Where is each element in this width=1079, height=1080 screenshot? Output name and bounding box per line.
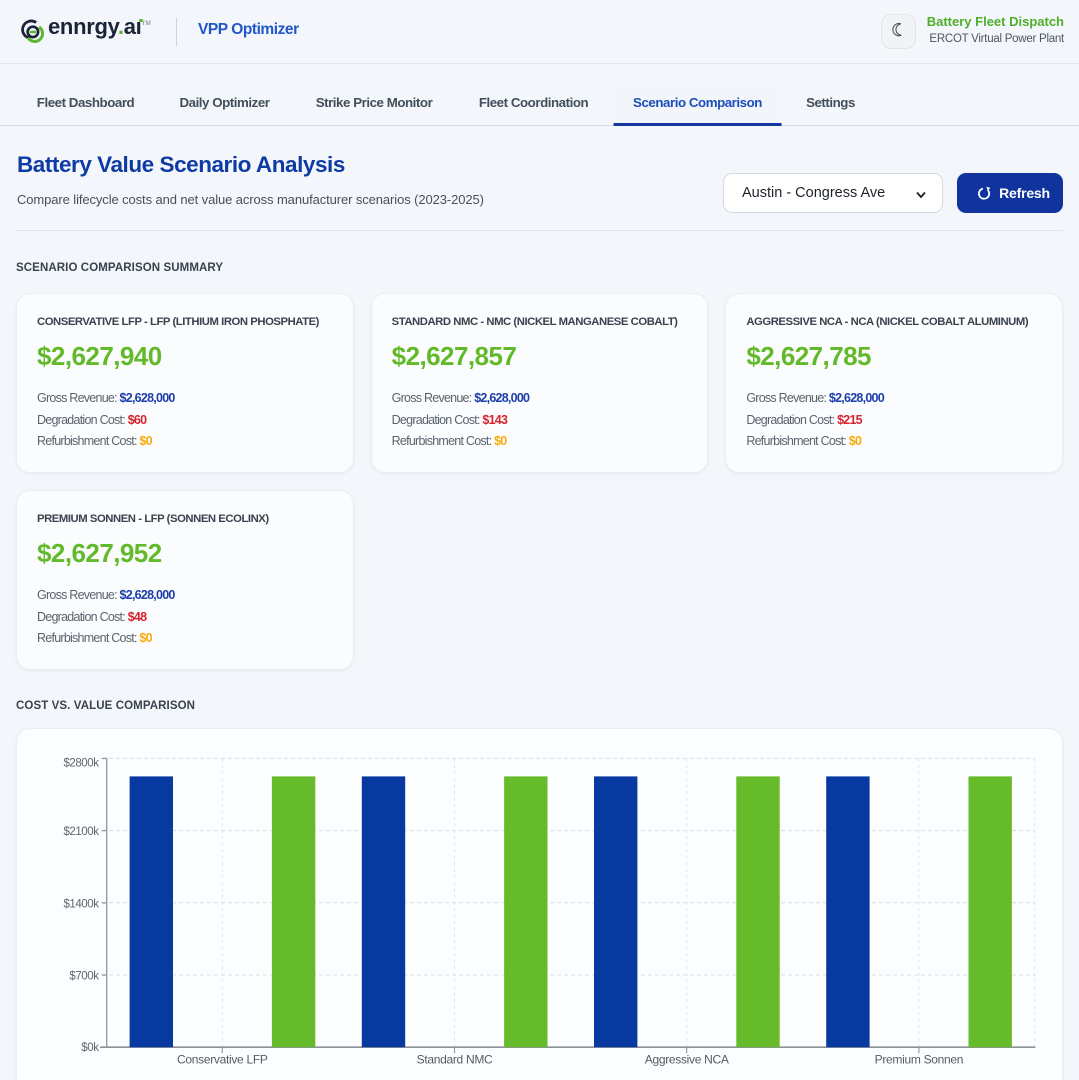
svg-text:$2800k: $2800k xyxy=(63,758,99,770)
svg-text:$700k: $700k xyxy=(69,971,99,983)
svg-text:$0k: $0k xyxy=(81,1042,99,1054)
svg-text:Standard NMC: Standard NMC xyxy=(417,1053,493,1067)
svg-text:Premium Sonnen: Premium Sonnen xyxy=(875,1053,964,1067)
svg-text:$2100k: $2100k xyxy=(63,826,99,838)
svg-text:$1400k: $1400k xyxy=(63,898,99,910)
svg-text:Aggressive NCA: Aggressive NCA xyxy=(645,1053,729,1067)
svg-text:Conservative LFP: Conservative LFP xyxy=(177,1053,268,1067)
